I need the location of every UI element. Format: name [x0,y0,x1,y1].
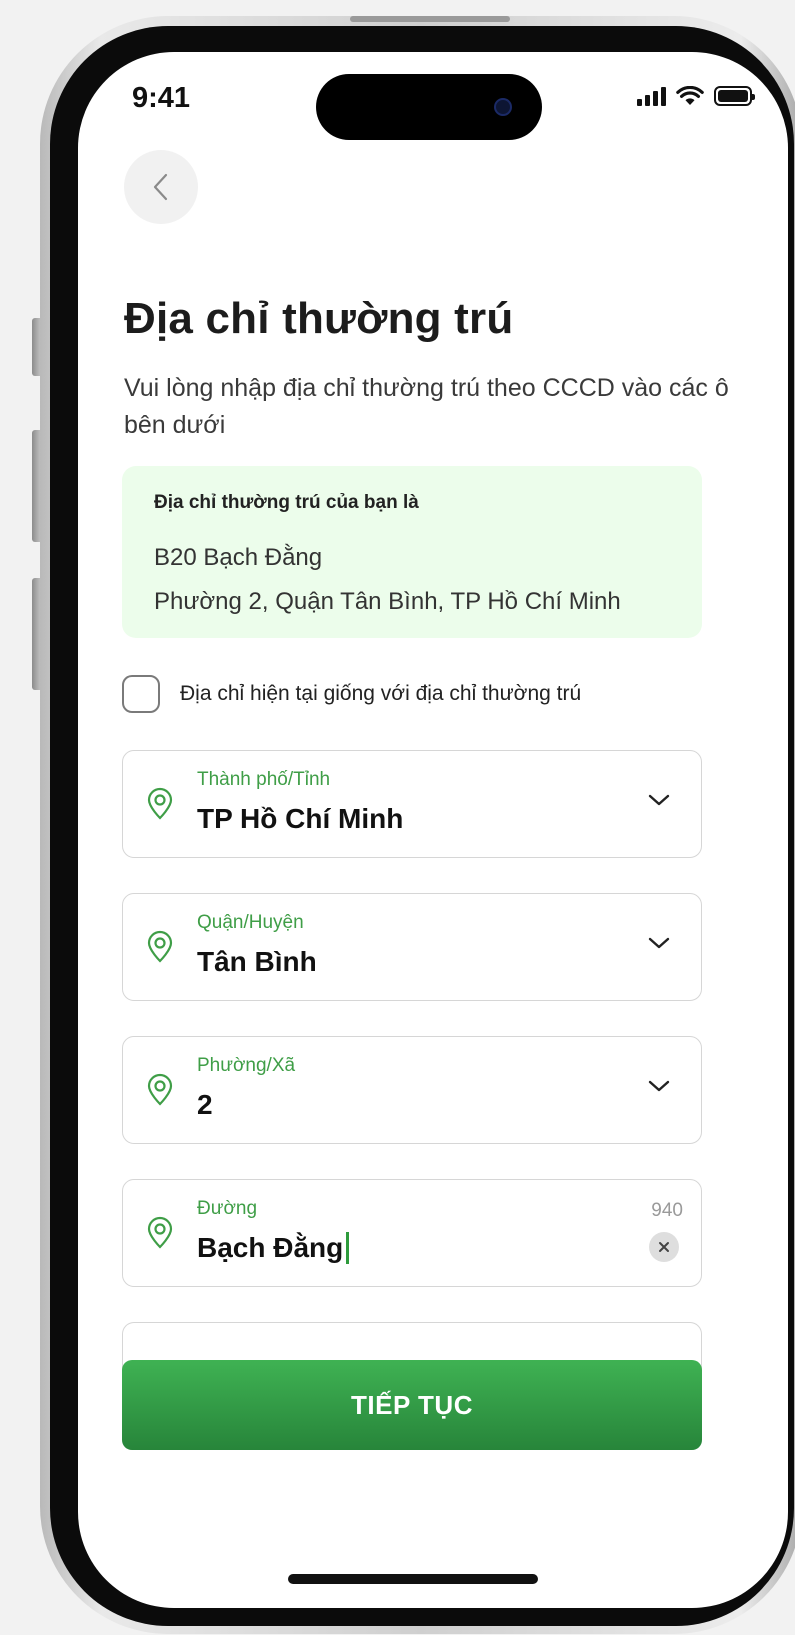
page-subtitle: Vui lòng nhập địa chỉ thường trú theo CC… [124,374,729,439]
street-char-counter: 940 [651,1200,683,1221]
location-pin-icon [147,787,173,820]
close-icon [659,1242,669,1252]
continue-button[interactable]: TIẾP TỤC [122,1360,702,1450]
summary-label: Địa chỉ thường trú của bạn là [154,492,419,513]
wifi-icon [676,86,704,105]
text-caret [346,1232,350,1264]
dynamic-island [316,74,542,140]
chevron-down-icon[interactable] [647,936,671,950]
address-summary-card: Địa chỉ thường trú của bạn là B20 Bạch Đ… [122,466,702,638]
signal-icon [637,86,666,106]
ward-value: 2 [197,1089,213,1120]
same-address-row[interactable]: Địa chỉ hiện tại giống với địa chỉ thườn… [122,675,581,713]
street-value-wrap[interactable]: Bạch Đằng [197,1232,350,1264]
phone-top-lip [350,16,510,22]
phone-mockup: 9:41 Địa chỉ thường trú Vui lòng nhập đị… [0,0,795,1635]
chevron-left-icon [153,173,168,201]
summary-line-1: B20 Bạch Đằng [154,544,323,571]
location-pin-icon [147,1073,173,1106]
status-icons [637,86,755,106]
summary-line-2: Phường 2, Quận Tân Bình, TP Hồ Chí Minh [154,588,621,615]
camera-icon [494,98,512,116]
app-screen: 9:41 Địa chỉ thường trú Vui lòng nhập đị… [78,52,788,1608]
chevron-down-icon[interactable] [647,1079,671,1093]
street-value[interactable]: Bạch Đằng [197,1232,343,1264]
same-address-label: Địa chỉ hiện tại giống với địa chỉ thườn… [180,682,582,705]
location-pin-icon [147,1216,173,1249]
ward-select[interactable]: Phường/Xã 2 [122,1036,702,1144]
street-input[interactable]: Đường 940 Bạch Đằng [122,1179,702,1287]
city-value: TP Hồ Chí Minh [197,803,404,834]
clear-street-button[interactable] [649,1232,679,1262]
same-address-checkbox[interactable] [122,675,160,713]
city-label: Thành phố/Tỉnh [197,769,331,790]
page-title: Địa chỉ thường trú [124,294,514,343]
location-pin-icon [147,930,173,963]
home-indicator [288,1574,538,1584]
city-select[interactable]: Thành phố/Tỉnh TP Hồ Chí Minh [122,750,702,858]
district-label: Quận/Huyện [197,912,304,933]
chevron-down-icon[interactable] [647,793,671,807]
ward-label: Phường/Xã [197,1055,296,1076]
district-select[interactable]: Quận/Huyện Tân Bình [122,893,702,1001]
status-time: 9:41 [132,82,191,114]
district-value: Tân Bình [197,946,317,977]
street-label: Đường [197,1198,258,1219]
back-button[interactable] [124,150,198,224]
battery-icon [714,86,755,106]
